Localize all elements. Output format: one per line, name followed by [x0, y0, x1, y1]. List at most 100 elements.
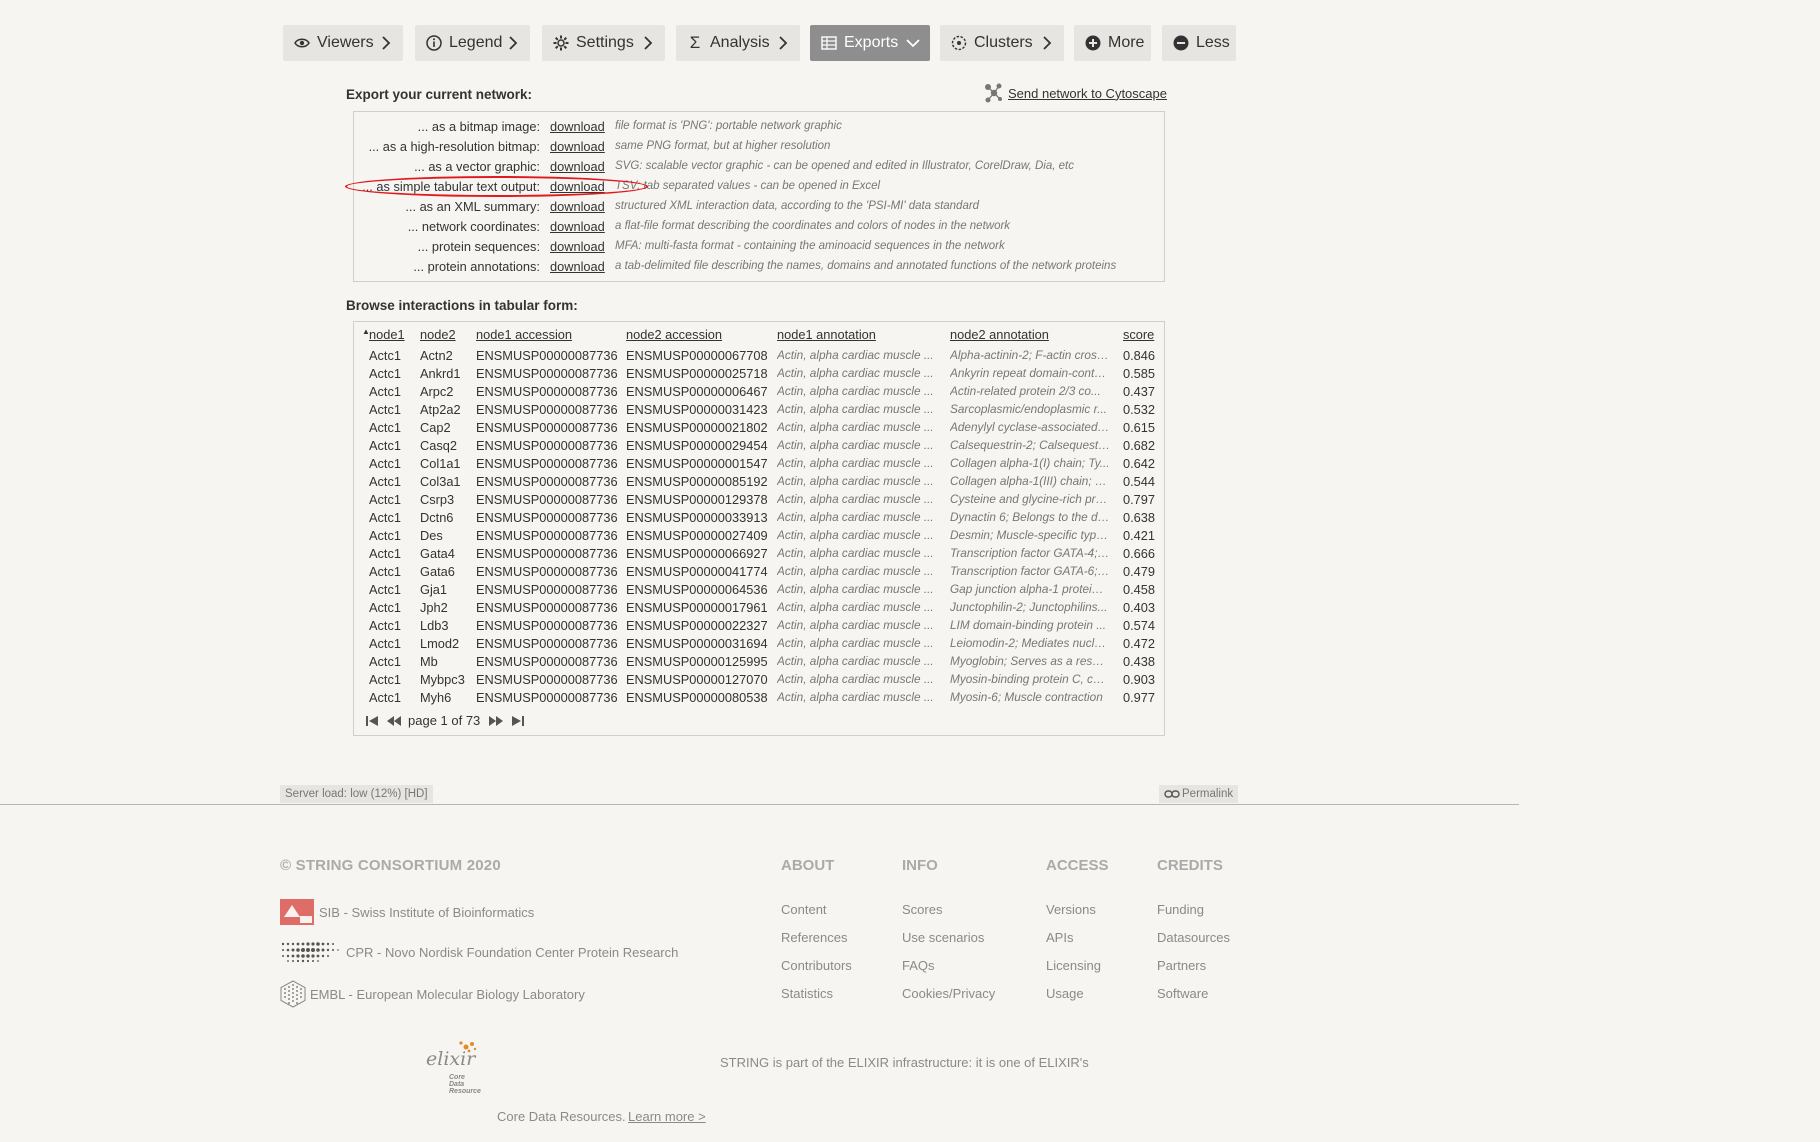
- footer-link-datasources[interactable]: Datasources: [1157, 930, 1230, 945]
- cell-node1-annotation: Actin, alpha cardiac muscle ...: [777, 528, 934, 542]
- download-annotations-link[interactable]: download: [550, 259, 605, 274]
- more-button[interactable]: More: [1074, 25, 1151, 61]
- learn-more-link[interactable]: Learn more >: [628, 1109, 706, 1124]
- chevron-right-icon: [377, 34, 395, 52]
- cell-score: 0.903: [1123, 672, 1156, 687]
- cell-node2: Gata4: [420, 546, 455, 561]
- cell-node1-annotation: Actin, alpha cardiac muscle ...: [777, 690, 934, 704]
- viewers-button[interactable]: Viewers: [283, 25, 403, 61]
- previous-page-icon[interactable]: [386, 714, 402, 728]
- footer-link-use-scenarios[interactable]: Use scenarios: [902, 930, 984, 945]
- column-header-node1-annotation[interactable]: node1 annotation: [777, 327, 876, 342]
- send-to-cytoscape-link[interactable]: Send network to Cytoscape: [983, 82, 1167, 104]
- column-header-node1[interactable]: node1: [369, 327, 405, 342]
- cell-node1-annotation: Actin, alpha cardiac muscle ...: [777, 510, 934, 524]
- download-vector-link[interactable]: download: [550, 159, 605, 174]
- clusters-icon: [950, 34, 968, 52]
- sib-logo-icon: [280, 899, 314, 925]
- next-page-icon[interactable]: [488, 714, 504, 728]
- cell-node1-annotation: Actin, alpha cardiac muscle ...: [777, 582, 934, 596]
- cell-node1: Actc1: [369, 474, 402, 489]
- cell-node1-annotation: Actin, alpha cardiac muscle ...: [777, 546, 934, 560]
- cell-node1: Actc1: [369, 654, 402, 669]
- more-label: More: [1108, 34, 1145, 51]
- cell-node2: Lmod2: [420, 636, 460, 651]
- cell-node2-annotation: Myosin-6; Muscle contraction: [950, 690, 1103, 704]
- cell-node2-accession: ENSMUSP00000085192: [626, 474, 768, 489]
- export-label: ... as a vector graphic:: [414, 159, 540, 174]
- download-bitmap-link[interactable]: download: [550, 119, 605, 134]
- footer-credits-title: CREDITS: [1157, 857, 1223, 874]
- cell-node2-annotation: Gap junction alpha-1 protein; ...: [950, 582, 1110, 596]
- cell-node2-accession: ENSMUSP00000033913: [626, 510, 768, 525]
- legend-button[interactable]: Legend: [415, 25, 530, 61]
- cell-node1-annotation: Actin, alpha cardiac muscle ...: [777, 672, 934, 686]
- cell-node2-accession: ENSMUSP00000006467: [626, 384, 768, 399]
- institution-embl[interactable]: EMBL - European Molecular Biology Labora…: [280, 980, 585, 1008]
- elixir-logo-subtitle: Core Data Resource: [449, 1074, 481, 1095]
- footer-link-content[interactable]: Content: [781, 902, 827, 917]
- elixir-infrastructure-text: STRING is part of the ELIXIR infrastruct…: [720, 1055, 1089, 1070]
- cell-score: 0.479: [1123, 564, 1156, 579]
- cell-score: 0.977: [1123, 690, 1156, 705]
- cell-score: 0.682: [1123, 438, 1156, 453]
- cell-node2-accession: ENSMUSP00000125995: [626, 654, 768, 669]
- footer-link-licensing[interactable]: Licensing: [1046, 958, 1101, 973]
- column-header-node2-accession[interactable]: node2 accession: [626, 327, 722, 342]
- settings-button[interactable]: Settings: [542, 25, 665, 61]
- footer-link-references[interactable]: References: [781, 930, 847, 945]
- cell-node2-accession: ENSMUSP00000031423: [626, 402, 768, 417]
- analysis-button[interactable]: Σ Analysis: [676, 25, 800, 61]
- footer-link-cookies[interactable]: Cookies/Privacy: [902, 986, 995, 1001]
- column-header-node1-accession[interactable]: node1 accession: [476, 327, 572, 342]
- footer-link-versions[interactable]: Versions: [1046, 902, 1096, 917]
- footer-link-faqs[interactable]: FAQs: [902, 958, 935, 973]
- cell-node2-annotation: Leiomodin-2; Mediates nucle...: [950, 636, 1110, 650]
- cell-node2: Gja1: [420, 582, 448, 597]
- cell-node1: Actc1: [369, 546, 402, 561]
- cell-node2: Atp2a2: [420, 402, 461, 417]
- permalink-button[interactable]: Permalink: [1159, 785, 1239, 803]
- column-header-score[interactable]: score: [1123, 327, 1154, 342]
- cell-node1: Actc1: [369, 690, 402, 705]
- chevron-down-icon: [904, 34, 922, 52]
- cell-node1-annotation: Actin, alpha cardiac muscle ...: [777, 474, 934, 488]
- footer-link-usage[interactable]: Usage: [1046, 986, 1084, 1001]
- page-indicator: page 1 of 73: [408, 713, 481, 728]
- export-desc: a tab-delimited file describing the name…: [615, 260, 1117, 272]
- less-button[interactable]: Less: [1162, 25, 1236, 61]
- first-page-icon[interactable]: [364, 714, 380, 728]
- cell-node2: Gata6: [420, 564, 455, 579]
- cell-node2: Ankrd1: [420, 366, 461, 381]
- cell-node2-annotation: Desmin; Muscle-specific type...: [950, 528, 1110, 542]
- download-sequences-link[interactable]: download: [550, 239, 605, 254]
- footer-link-funding[interactable]: Funding: [1157, 902, 1204, 917]
- column-header-node2[interactable]: node2: [420, 327, 456, 342]
- column-header-node2-annotation[interactable]: node2 annotation: [950, 327, 1049, 342]
- footer-link-scores[interactable]: Scores: [902, 902, 942, 917]
- cell-node2-accession: ENSMUSP00000066927: [626, 546, 768, 561]
- export-desc: file format is 'PNG': portable network g…: [615, 120, 842, 132]
- clusters-button[interactable]: Clusters: [940, 25, 1064, 61]
- minus-circle-icon: [1172, 34, 1190, 52]
- cell-node1-annotation: Actin, alpha cardiac muscle ...: [777, 348, 934, 362]
- institution-sib[interactable]: SIB - Swiss Institute of Bioinformatics: [280, 899, 534, 925]
- cell-node2-annotation: Alpha-actinin-2; F-actin cross...: [950, 348, 1110, 362]
- copyright: © STRING CONSORTIUM 2020: [280, 857, 501, 874]
- cell-score: 0.458: [1123, 582, 1156, 597]
- link-icon: [1164, 789, 1180, 799]
- download-hires-link[interactable]: download: [550, 139, 605, 154]
- footer-link-apis[interactable]: APIs: [1046, 930, 1073, 945]
- export-row-coordinates: ... network coordinates: download a flat…: [354, 216, 1164, 236]
- footer-link-software[interactable]: Software: [1157, 986, 1208, 1001]
- cell-node2: Myh6: [420, 690, 452, 705]
- table-icon: [820, 34, 838, 52]
- download-xml-link[interactable]: download: [550, 199, 605, 214]
- download-coordinates-link[interactable]: download: [550, 219, 605, 234]
- footer-link-partners[interactable]: Partners: [1157, 958, 1206, 973]
- footer-link-contributors[interactable]: Contributors: [781, 958, 852, 973]
- footer-link-statistics[interactable]: Statistics: [781, 986, 833, 1001]
- last-page-icon[interactable]: [510, 714, 526, 728]
- exports-button[interactable]: Exports: [810, 25, 930, 61]
- institution-cpr[interactable]: CPR - Novo Nordisk Foundation Center Pro…: [280, 940, 678, 964]
